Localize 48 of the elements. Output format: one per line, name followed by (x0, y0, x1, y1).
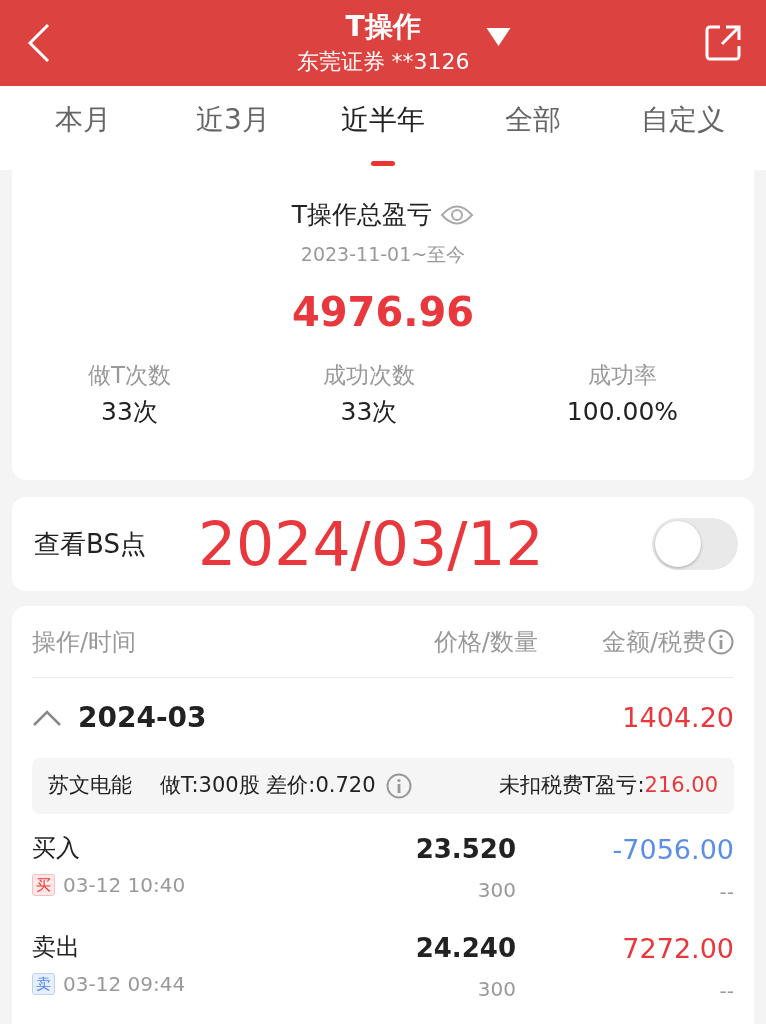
period-tab[interactable]: 本月 (8, 86, 158, 170)
trade-price: 24.240 (415, 932, 516, 965)
share-button[interactable] (704, 24, 742, 62)
column-header: 金额/税费 (601, 626, 706, 658)
stat-label: 成功率 (587, 361, 657, 390)
trade-type-tag: 买 (32, 874, 55, 896)
trade-price: 23.520 (415, 833, 516, 866)
stock-name: 苏文电能 (48, 772, 132, 800)
stat-value: 33次 (101, 395, 158, 428)
trade-amount: -7056.00 (612, 833, 734, 867)
account-name: 东莞证券 **3126 (296, 51, 470, 73)
month-label: 2024-03 (78, 700, 207, 736)
trade-action: 买入 (32, 833, 80, 864)
trade-amount: 7272.00 (622, 932, 734, 966)
trade-action: 卖出 (32, 932, 80, 963)
date-range: 2023-11-01~至今 (300, 241, 466, 267)
trade-time: 03-12 09:44 (63, 971, 186, 998)
date-annotation: 2024/03/12 (197, 514, 544, 574)
collapse-icon[interactable] (32, 709, 62, 727)
summary-title: T操作总盈亏 (291, 199, 433, 231)
period-tab[interactable]: 全部 (458, 86, 608, 170)
column-header: 操作/时间 (32, 626, 137, 658)
info-icon[interactable] (385, 773, 412, 799)
trade-fee: -- (719, 977, 734, 1005)
trade-quantity: 300 (477, 877, 516, 904)
page-title: T操作 (344, 13, 422, 41)
period-tab[interactable]: 近3月 (158, 86, 308, 170)
stat-value: 100.00% (566, 395, 679, 428)
trade-fee: -- (719, 878, 734, 906)
period-tab[interactable]: 自定义 (608, 86, 758, 170)
trade-type-tag: 卖 (32, 973, 55, 995)
trade-detail: 做T:300股 差价:0.720 (160, 772, 376, 800)
trade-quantity: 300 (477, 976, 516, 1003)
toggle-switch[interactable] (652, 518, 738, 570)
trade-time: 03-12 10:40 (63, 872, 186, 899)
stat-label: 做T次数 (87, 361, 171, 390)
profit-label: 未扣税费T盈亏: (498, 772, 645, 800)
period-tab[interactable]: 近半年 (308, 86, 458, 170)
eye-icon[interactable] (440, 203, 475, 226)
profit-value: 216.00 (644, 772, 718, 800)
column-header: 价格/数量 (433, 626, 538, 658)
dropdown-icon[interactable] (485, 27, 512, 47)
toggle-label: 查看BS点 (34, 527, 146, 561)
stat-label: 成功次数 (322, 361, 415, 390)
info-icon[interactable] (708, 628, 734, 655)
stat-value: 33次 (340, 395, 398, 428)
total-profit: 4976.96 (291, 288, 475, 337)
month-total: 1404.20 (622, 700, 734, 735)
